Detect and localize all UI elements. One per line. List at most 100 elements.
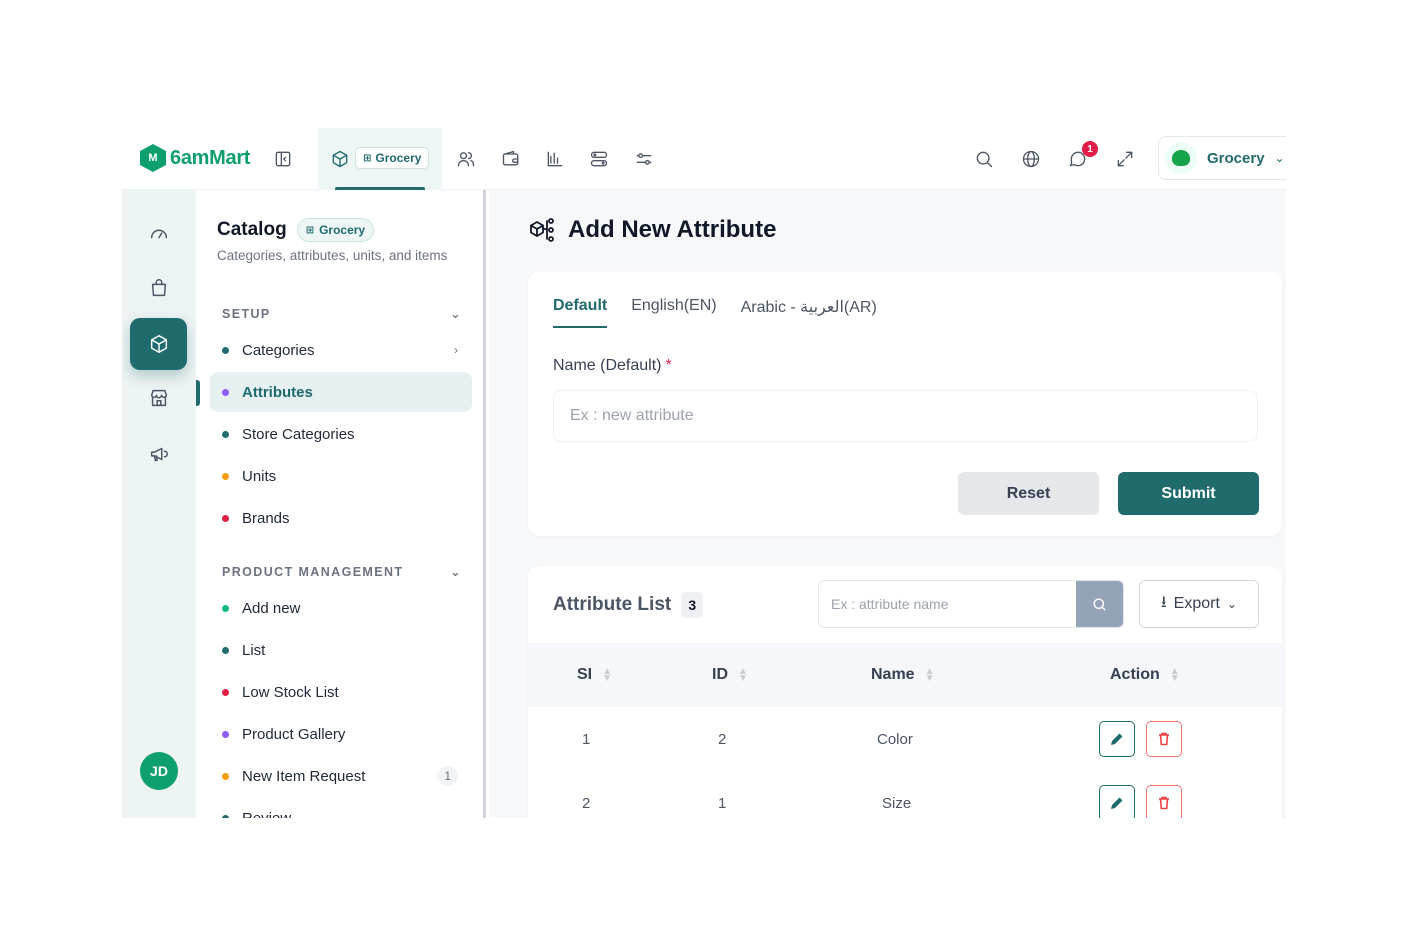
status-dot	[222, 730, 229, 738]
sidebar-item-add-new[interactable]: Add new	[210, 588, 472, 628]
sidebar-item-attributes[interactable]: Attributes	[210, 372, 472, 412]
name-label-text: Name (Default)	[553, 357, 662, 374]
list-count-badge: 3	[681, 592, 704, 618]
section-label: SETUP	[222, 306, 271, 321]
reset-button[interactable]: Reset	[958, 472, 1099, 515]
sidebar-item-store-categories[interactable]: Store Categories	[210, 414, 472, 454]
cell-id: 2	[718, 730, 727, 748]
globe-icon[interactable]	[1020, 148, 1042, 170]
column-si[interactable]: SI ▲ ▼	[577, 643, 612, 707]
tab-default[interactable]: Default	[553, 297, 608, 328]
wallet-icon[interactable]	[500, 148, 522, 170]
catalog-sidebar: Catalog ⊞ Grocery Categories, attributes…	[196, 190, 486, 818]
tab-arabic[interactable]: Arabic - العربية(AR)	[741, 297, 877, 328]
route-icon[interactable]	[588, 148, 610, 170]
sidebar-item-label: Low Stock List	[242, 683, 339, 701]
users-icon[interactable]	[455, 148, 477, 170]
sort-icon: ▲ ▼	[602, 666, 613, 684]
sidebar-toggle-icon[interactable]	[272, 148, 294, 170]
sort-icon: ▲ ▼	[738, 666, 748, 684]
trash-icon	[1159, 732, 1169, 746]
store-switcher[interactable]: Grocery ⌄	[1158, 136, 1286, 180]
store-avatar	[1165, 142, 1197, 174]
column-action[interactable]: Action ▲ ▼	[1110, 643, 1180, 707]
fullscreen-icon[interactable]	[1114, 148, 1136, 170]
status-dot	[222, 514, 229, 522]
sidebar-item-label: Add new	[242, 599, 301, 617]
sidebar-item-brands[interactable]: Brands	[210, 498, 472, 538]
table-header: SI ▲ ▼ ID ▲ ▼ Name ▲ ▼ Action ▲ ▼	[528, 643, 1282, 707]
sidebar-item-label: Brands	[242, 509, 290, 527]
column-label: ID	[712, 666, 728, 683]
sidebar-item-categories[interactable]: Categories ›	[210, 330, 472, 370]
table-row: 1 2 Color	[528, 707, 1282, 771]
chevron-down-icon: ⌄	[1226, 597, 1237, 611]
app-window: M 6amMart ⊞ Grocery 1 Grocery ⌄ JD Catal…	[122, 128, 1286, 818]
list-header: Attribute List 3	[553, 592, 704, 618]
module-chip-label: Grocery	[375, 151, 422, 165]
sort-icon: ▲ ▼	[1169, 666, 1180, 684]
box-icon	[150, 335, 167, 353]
status-dot	[222, 604, 229, 612]
notification-badge: 1	[1082, 141, 1098, 157]
submit-button[interactable]: Submit	[1118, 472, 1259, 515]
broccoli-icon	[1172, 150, 1190, 166]
sidebar-subtitle: Categories, attributes, units, and items	[217, 248, 448, 263]
delete-button[interactable]	[1146, 785, 1182, 818]
edit-button[interactable]	[1099, 721, 1135, 757]
column-id[interactable]: ID ▲ ▼	[712, 643, 748, 707]
user-avatar[interactable]: JD	[140, 752, 178, 790]
status-dot	[222, 388, 229, 396]
tab-english[interactable]: English(EN)	[631, 297, 716, 328]
required-mark: *	[665, 357, 672, 374]
column-name[interactable]: Name ▲ ▼	[871, 643, 934, 707]
rail-orders[interactable]	[130, 262, 187, 314]
module-tab-grocery[interactable]: ⊞ Grocery	[318, 128, 442, 190]
sidebar-item-label: Units	[242, 467, 277, 485]
attribute-search-input[interactable]	[819, 581, 1076, 627]
section-setup[interactable]: SETUP ⌄	[222, 306, 462, 322]
cell-id: 1	[718, 794, 727, 812]
active-item-indicator	[196, 380, 200, 406]
section-product-management[interactable]: PRODUCT MANAGEMENT ⌄	[222, 564, 462, 580]
rail-promotions[interactable]	[130, 428, 187, 480]
count-badge: 1	[437, 767, 458, 785]
store-icon	[150, 389, 167, 407]
status-dot	[222, 346, 229, 354]
sidebar-item-label: Review	[242, 809, 292, 819]
delete-button[interactable]	[1146, 721, 1182, 757]
brand-logo[interactable]: M 6amMart	[140, 144, 250, 172]
settings-sliders-icon[interactable]	[633, 148, 655, 170]
page-title: Add New Attribute	[568, 216, 777, 243]
status-dot	[222, 772, 229, 780]
search-button[interactable]	[1076, 581, 1123, 627]
sidebar-item-units[interactable]: Units	[210, 456, 472, 496]
sidebar-item-label: List	[242, 641, 266, 659]
table-row: 2 1 Size	[528, 771, 1282, 818]
export-button[interactable]: ⭳ Export ⌄	[1139, 580, 1259, 628]
rail-stores[interactable]	[130, 372, 187, 424]
attribute-icon	[530, 218, 554, 242]
bar-chart-icon[interactable]	[544, 148, 566, 170]
page-header: Add New Attribute	[528, 216, 776, 244]
sidebar-item-low-stock-list[interactable]: Low Stock List	[210, 672, 472, 712]
sidebar-item-review[interactable]: Review	[210, 798, 472, 818]
sidebar-item-new-item-request[interactable]: New Item Request 1	[210, 756, 472, 796]
chevron-right-icon: ›	[454, 343, 458, 357]
chat-notification-icon[interactable]: 1	[1067, 141, 1098, 170]
sort-icon: ▲ ▼	[924, 666, 935, 684]
search-icon[interactable]	[973, 148, 995, 170]
rail-dashboard[interactable]	[130, 207, 187, 259]
sidebar-item-list[interactable]: List	[210, 630, 472, 670]
cell-si: 1	[582, 730, 591, 748]
sidebar-title: Catalog	[217, 219, 287, 240]
megaphone-icon	[150, 447, 168, 462]
box-icon	[329, 148, 351, 170]
attribute-name-input[interactable]	[553, 390, 1258, 442]
store-name: Grocery	[1207, 149, 1265, 167]
edit-button[interactable]	[1099, 785, 1135, 818]
rail-catalog[interactable]	[130, 318, 187, 370]
sidebar-item-product-gallery[interactable]: Product Gallery	[210, 714, 472, 754]
shopping-bag-icon	[151, 279, 166, 297]
sidebar-header: Catalog ⊞ Grocery	[217, 218, 375, 242]
